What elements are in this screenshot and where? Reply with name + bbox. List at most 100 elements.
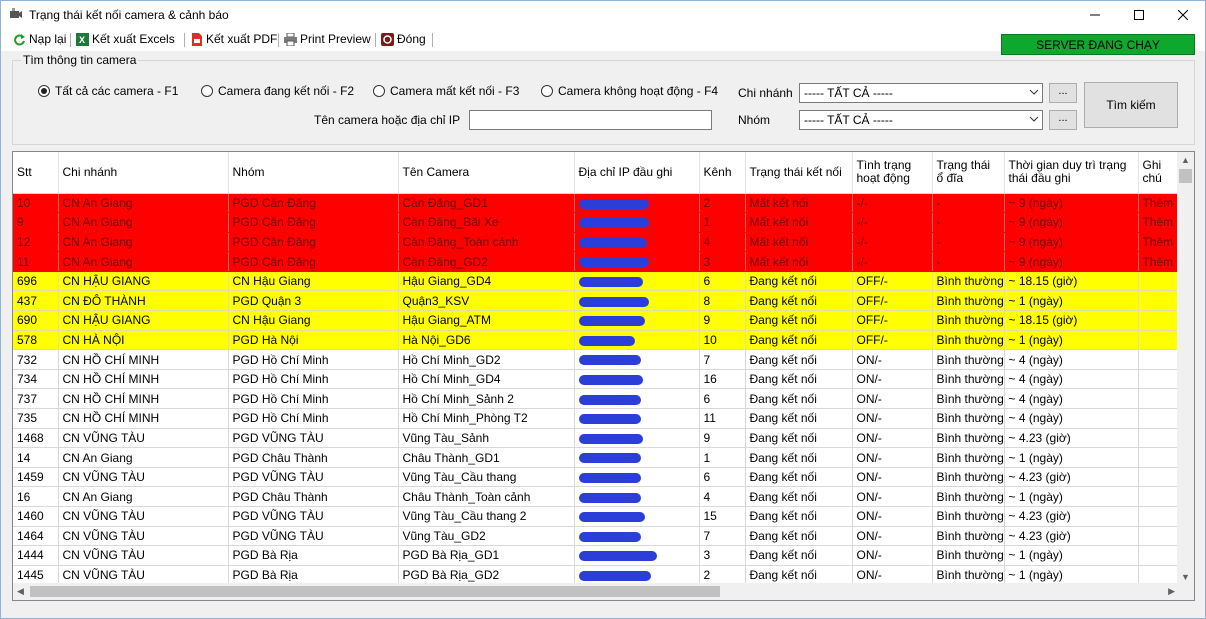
table-cell: ON/- [852, 369, 933, 390]
table-row[interactable]: 737 CN HỒ CHÍ MINH PGD Hồ Chí Minh Hồ Chí M… [13, 388, 1180, 410]
camera-grid[interactable]: Stt Chi nhánh Nhóm Tên Camera Địa chỉ IP đầu… [12, 151, 1195, 601]
reload-button[interactable]: Nạp lại [13, 32, 66, 46]
column-header[interactable]: Trạng thái kết nối [745, 152, 853, 194]
table-row[interactable]: 437 CN ĐÔ THÀNH PGD Quận 3 Quận3_KSV 8 Đang k… [13, 290, 1180, 312]
table-row[interactable]: 690 CN HẬU GIANG CN Hậu Giang Hậu Giang_ATM… [13, 310, 1180, 331]
ip-redaction-mark [578, 374, 643, 385]
column-header[interactable]: Ghi chú [1138, 152, 1180, 194]
table-cell: 9 [13, 212, 59, 233]
ip-redaction-mark [578, 531, 641, 542]
export-excel-button[interactable]: X Kết xuất Excels [76, 32, 175, 46]
chevron-down-icon [1029, 89, 1039, 95]
table-row[interactable]: 1444 CN VŨNG TÀU PGD Bà Rịa PGD Bà Rịa_GD1 3… [13, 545, 1180, 566]
table-cell: Đang kết nối [745, 428, 853, 449]
table-row[interactable]: 9 CN An Giang PGD Cần Đăng Cần Đăng_Bãi Xe 1… [13, 212, 1180, 233]
table-cell: CN VŨNG TÀU [58, 506, 229, 527]
scroll-down-icon[interactable]: ▼ [1181, 572, 1190, 582]
group-browse-button[interactable]: ... [1049, 110, 1077, 130]
name-ip-input[interactable] [469, 110, 712, 130]
branch-browse-button[interactable]: ... [1049, 83, 1077, 103]
table-cell: CN An Giang [58, 232, 229, 253]
table-cell: ON/- [852, 349, 933, 370]
table-cell: Bình thường [932, 506, 1005, 527]
horizontal-scroll-thumb[interactable] [30, 586, 720, 597]
vertical-scroll-thumb[interactable] [1179, 169, 1192, 183]
table-row[interactable]: 578 CN HÀ NỘI PGD Hà Nội Hà Nội_GD6 10 Đang k… [13, 330, 1180, 351]
column-header[interactable]: Thời gian duy trì trạng thái đầu ghi [1004, 152, 1139, 194]
maximize-button[interactable] [1117, 1, 1161, 29]
name-ip-label: Tên camera hoặc địa chỉ IP [314, 113, 461, 127]
table-cell: PGD Bà Rịa_GD1 [398, 545, 575, 566]
table-cell [1138, 310, 1180, 331]
table-cell: ~ 1 (ngày) [1004, 290, 1139, 312]
table-row[interactable]: 732 CN HỒ CHÍ MINH PGD Hồ Chí Minh Hồ Chí M… [13, 349, 1180, 370]
pdf-icon [192, 32, 202, 46]
table-cell: Bình thường [932, 271, 1005, 292]
scroll-right-icon[interactable]: ▶ [1168, 586, 1175, 597]
radio-disconnected-cameras[interactable]: Camera mất kết nối - F3 [373, 84, 519, 98]
vertical-scrollbar[interactable]: ▲ ▼ [1177, 152, 1194, 585]
table-row[interactable]: 1464 CN VŨNG TÀU PGD VŨNG TÀU Vũng Tàu_GD2 7… [13, 526, 1180, 547]
table-cell: - [932, 193, 1005, 214]
column-header[interactable]: Kênh [699, 152, 746, 194]
branch-combobox-value: ----- TẤT CẢ ----- [804, 86, 893, 100]
table-cell: ~ 1 (ngày) [1004, 486, 1139, 507]
close-window-button[interactable] [1161, 1, 1205, 29]
table-cell [574, 565, 700, 586]
table-cell: CN An Giang [58, 447, 229, 468]
table-cell [1138, 369, 1180, 390]
table-row[interactable]: 734 CN HỒ CHÍ MINH PGD Hồ Chí Minh Hồ Chí M… [13, 369, 1180, 390]
table-row[interactable]: 696 CN HẬU GIANG CN Hậu Giang Hậu Giang_GD4… [13, 271, 1180, 292]
close-app-button[interactable]: Đóng [381, 32, 426, 46]
table-row[interactable]: 735 CN HỒ CHÍ MINH PGD Hồ Chí Minh Hồ Chí M… [13, 408, 1180, 429]
table-row[interactable]: 10 CN An Giang PGD Cần Đăng Cần Đăng_GD1 2 Mấ… [13, 193, 1180, 214]
radio-all-cameras[interactable]: Tất cả các camera - F1 [38, 84, 178, 98]
column-header[interactable]: Tên Camera [398, 152, 575, 194]
column-header[interactable]: Trạng thái ổ đĩa [932, 152, 1005, 194]
table-cell: Bình thường [932, 467, 1005, 488]
radio-connected-cameras[interactable]: Camera đang kết nối - F2 [201, 84, 354, 98]
search-button[interactable]: Tìm kiếm [1084, 82, 1178, 128]
table-cell: 690 [13, 310, 59, 331]
table-cell: Cần Đăng_GD1 [398, 193, 575, 214]
table-row[interactable]: 1459 CN VŨNG TÀU PGD VŨNG TÀU Vũng Tàu_Cầu … [13, 467, 1180, 488]
table-cell: ~ 9 (ngày) [1004, 251, 1139, 272]
ip-redaction-mark [578, 198, 649, 209]
table-cell: 9 [699, 428, 746, 449]
table-row[interactable]: 12 CN An Giang PGD Cần Đăng Cần Đăng_Toàn c… [13, 232, 1180, 253]
horizontal-scrollbar[interactable]: ◀ ▶ [13, 583, 1179, 600]
group-combobox[interactable]: ----- TẤT CẢ ----- [799, 110, 1043, 130]
toolbar-divider [432, 33, 433, 47]
table-cell: CN Hậu Giang [228, 310, 399, 331]
table-cell: ~ 4.23 (giờ) [1004, 428, 1139, 449]
branch-combobox[interactable]: ----- TẤT CẢ ----- [799, 83, 1043, 103]
table-cell: ~ 1 (ngày) [1004, 545, 1139, 566]
table-cell: PGD Hồ Chí Minh [228, 408, 399, 429]
column-header[interactable]: Stt [13, 152, 59, 194]
column-header[interactable]: Địa chỉ IP đầu ghi [574, 152, 700, 194]
ip-redaction-mark [578, 218, 649, 229]
table-cell: 10 [13, 193, 59, 214]
column-header[interactable]: Tình trạng hoạt động [852, 152, 933, 194]
table-row[interactable]: 14 CN An Giang PGD Châu Thành Châu Thành_GD… [13, 447, 1180, 468]
table-cell: - [932, 212, 1005, 233]
table-row[interactable]: 1460 CN VŨNG TÀU PGD VŨNG TÀU Vũng Tàu_Cầu … [13, 506, 1180, 527]
table-cell: CN HỒ CHÍ MINH [58, 408, 229, 429]
table-cell [574, 251, 700, 272]
radio-inactive-cameras[interactable]: Camera không hoạt động - F4 [541, 84, 718, 98]
scroll-up-icon[interactable]: ▲ [1181, 155, 1190, 165]
server-status-badge: SERVER ĐANG CHẠY [1001, 34, 1195, 55]
minimize-button[interactable] [1073, 1, 1117, 29]
scroll-left-icon[interactable]: ◀ [17, 586, 24, 597]
table-row[interactable]: 16 CN An Giang PGD Châu Thành Châu Thành_To… [13, 486, 1180, 507]
table-row[interactable]: 1468 CN VŨNG TÀU PGD VŨNG TÀU Vũng Tàu_Sảnh… [13, 428, 1180, 449]
column-header[interactable]: Chi nhánh [58, 152, 229, 194]
column-header[interactable]: Nhóm [228, 152, 399, 194]
table-cell: 11 [13, 251, 59, 272]
toolbar-divider [278, 33, 279, 47]
print-preview-button[interactable]: Print Preview [284, 32, 371, 46]
table-row[interactable]: 11 CN An Giang PGD Cần Đăng Cần Đăng_GD2 3 Mấ… [13, 251, 1180, 272]
table-cell: 737 [13, 388, 59, 410]
export-pdf-button[interactable]: Kết xuất PDF [190, 32, 277, 46]
table-row[interactable]: 1445 CN VŨNG TÀU PGD Bà Rịa PGD Bà Rịa_GD2 2… [13, 565, 1180, 586]
